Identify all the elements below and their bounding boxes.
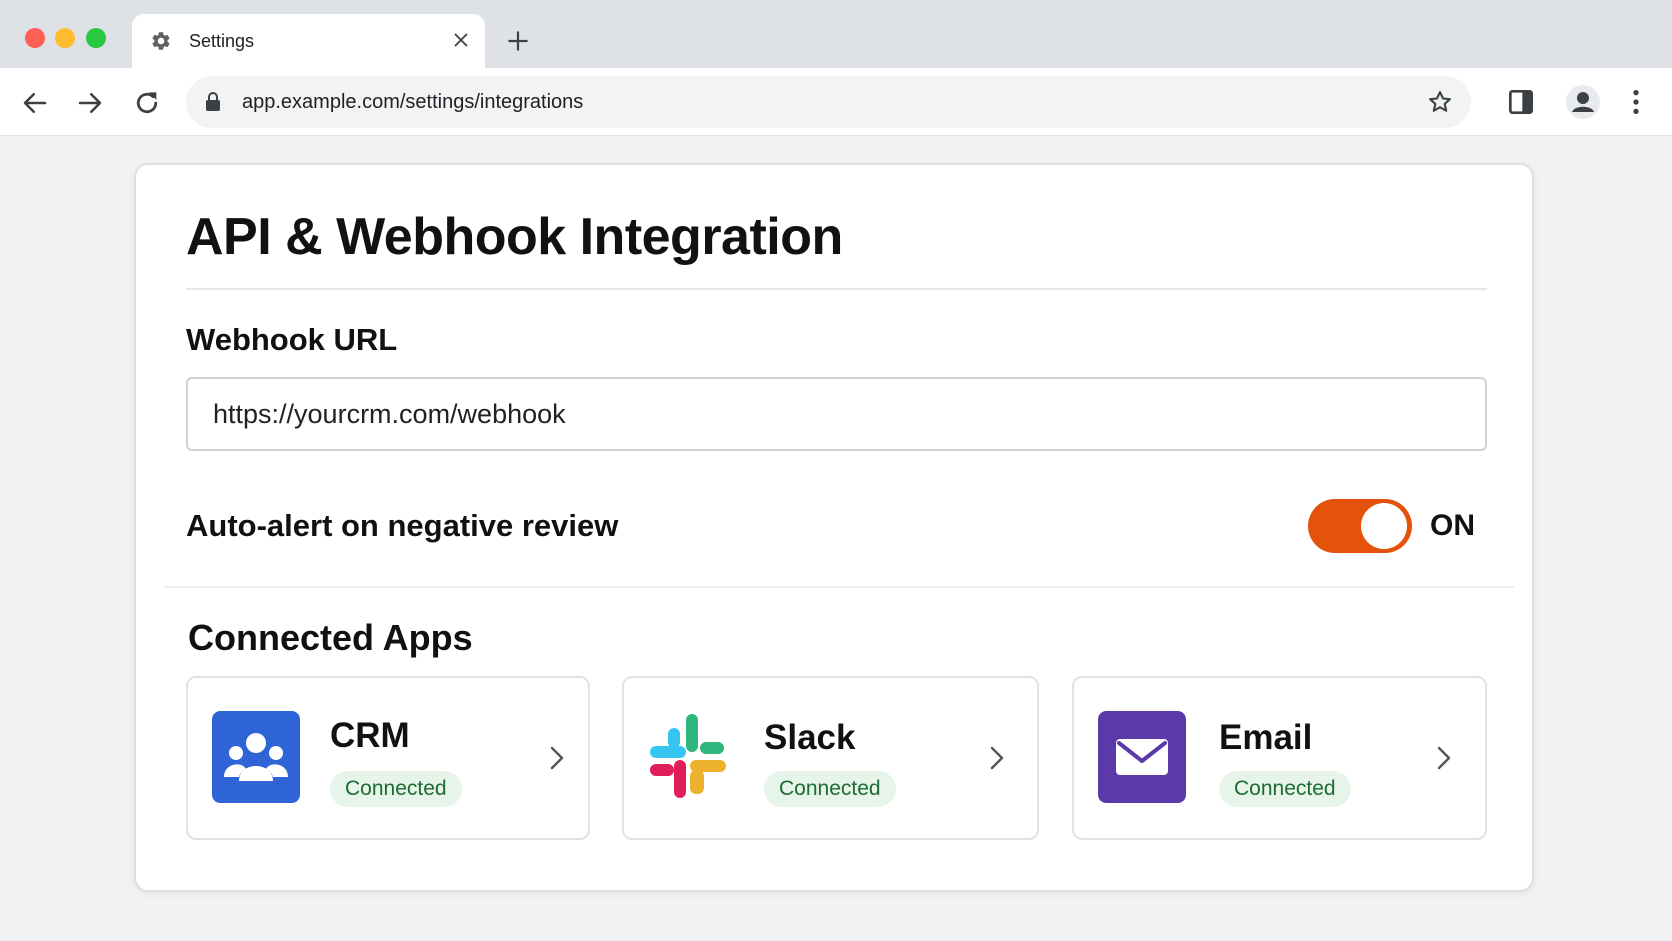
chevron-right-icon[interactable] <box>1433 742 1455 774</box>
toggle-knob <box>1361 503 1407 549</box>
users-icon <box>212 711 300 803</box>
status-badge: Connected <box>330 771 462 807</box>
browser-tab-strip: Settings <box>0 0 1672 68</box>
chevron-right-icon[interactable] <box>986 742 1008 774</box>
new-tab-plus-icon[interactable] <box>505 28 531 54</box>
browser-tab-settings[interactable]: Settings <box>132 14 485 68</box>
app-card-slack[interactable]: Slack Connected <box>622 676 1039 840</box>
window-close-button[interactable] <box>25 28 45 48</box>
kebab-menu-icon[interactable] <box>1620 86 1652 118</box>
divider <box>164 586 1514 588</box>
side-panel-icon[interactable] <box>1505 86 1537 118</box>
slack-logo-icon <box>650 714 726 798</box>
close-icon[interactable] <box>450 29 472 51</box>
status-badge: Connected <box>764 771 896 807</box>
auto-alert-label: Auto-alert on negative review <box>186 508 619 543</box>
divider <box>186 288 1487 290</box>
envelope-icon <box>1098 711 1186 803</box>
toggle-state-text: ON <box>1430 509 1475 542</box>
webhook-url-input[interactable] <box>186 377 1487 451</box>
app-name: CRM <box>330 716 410 755</box>
auto-alert-toggle[interactable] <box>1308 499 1412 553</box>
page-title: API & Webhook Integration <box>186 208 843 266</box>
lock-icon[interactable] <box>204 91 222 113</box>
app-name: Email <box>1219 718 1313 757</box>
connected-apps-title: Connected Apps <box>188 617 473 658</box>
browser-toolbar: app.example.com/settings/integrations <box>0 68 1672 136</box>
forward-arrow-icon[interactable] <box>75 88 105 118</box>
tab-title: Settings <box>189 31 255 51</box>
chevron-right-icon[interactable] <box>546 742 568 774</box>
address-bar[interactable]: app.example.com/settings/integrations <box>186 76 1471 128</box>
window-minimize-button[interactable] <box>55 28 75 48</box>
bookmark-star-icon[interactable] <box>1426 88 1454 116</box>
window-maximize-button[interactable] <box>86 28 106 48</box>
address-url[interactable]: app.example.com/settings/integrations <box>242 91 583 114</box>
app-card-email[interactable]: Email Connected <box>1072 676 1487 840</box>
status-badge: Connected <box>1219 771 1351 807</box>
app-card-crm[interactable]: CRM Connected <box>186 676 590 840</box>
integration-settings-card: API & Webhook Integration Webhook URL Au… <box>134 163 1534 892</box>
app-name: Slack <box>764 718 856 757</box>
profile-avatar-icon[interactable] <box>1565 84 1601 120</box>
back-arrow-icon[interactable] <box>20 88 50 118</box>
webhook-url-label: Webhook URL <box>186 322 398 357</box>
reload-icon[interactable] <box>132 88 162 118</box>
gear-icon <box>152 32 170 50</box>
